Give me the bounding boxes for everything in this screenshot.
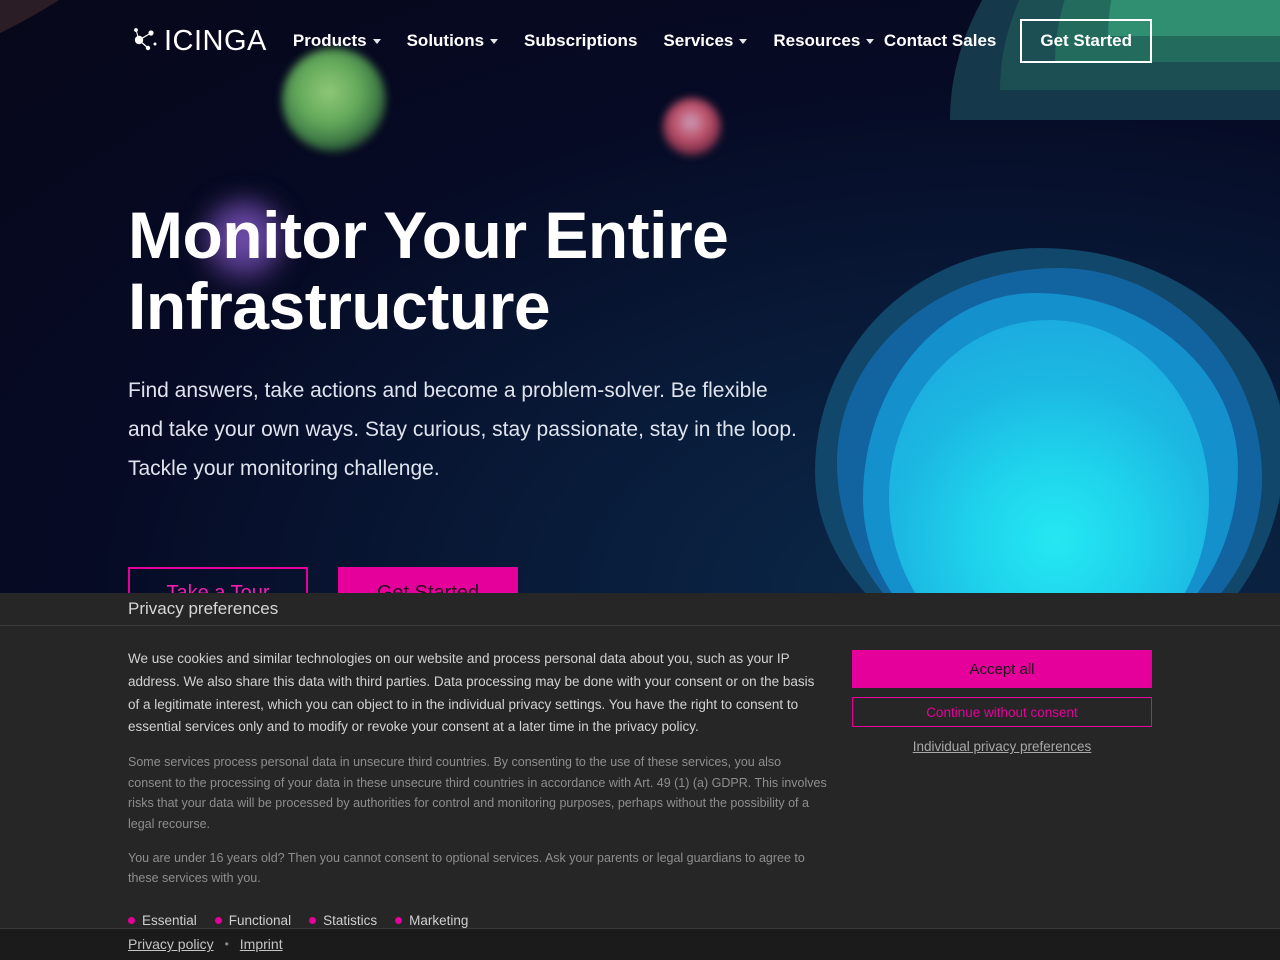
nav-item-services[interactable]: Services — [663, 31, 748, 51]
privacy-preferences-banner: Privacy preferences We use cookies and s… — [0, 593, 1280, 960]
privacy-actions-column: Accept all Continue without consent Indi… — [852, 648, 1152, 927]
consent-category-functional[interactable]: Functional — [214, 912, 292, 928]
site-header: ICINGA Products Solutions Subscriptions … — [0, 0, 1280, 82]
main-navigation: Products Solutions Subscriptions Service… — [293, 31, 875, 51]
category-label: Statistics — [323, 912, 378, 928]
decor-orb-red — [663, 98, 721, 156]
network-nodes-icon — [128, 24, 162, 58]
consent-category-marketing[interactable]: Marketing — [395, 913, 468, 928]
nav-item-subscriptions[interactable]: Subscriptions — [524, 31, 637, 51]
privacy-text-column: We use cookies and similar technologies … — [128, 648, 828, 928]
privacy-banner-body: We use cookies and similar technologies … — [0, 626, 1280, 928]
individual-privacy-preferences-link[interactable]: Individual privacy preferences — [852, 739, 1152, 754]
logo-link[interactable]: ICINGA — [128, 24, 267, 58]
privacy-paragraph-main: We use cookies and similar technologies … — [128, 651, 815, 735]
nav-label: Solutions — [406, 31, 485, 50]
privacy-paragraph-third-countries: Some services process personal data in u… — [128, 755, 827, 831]
chevron-down-icon — [739, 38, 748, 44]
consent-category-list: Essential Functional Statistics Marketin… — [128, 913, 828, 928]
consent-category-statistics[interactable]: Statistics — [309, 913, 377, 928]
imprint-link[interactable]: Imprint — [240, 936, 283, 952]
nav-label: Subscriptions — [524, 31, 638, 50]
bullet-dot-icon — [395, 916, 403, 924]
header-get-started-button[interactable]: Get Started — [1020, 19, 1152, 63]
privacy-banner-footer: Privacy policy • Imprint — [0, 927, 1280, 960]
header-actions: Contact Sales Get Started — [884, 19, 1152, 63]
bullet-dot-icon — [128, 916, 135, 924]
chevron-down-icon — [490, 38, 499, 44]
nav-item-products[interactable]: Products — [293, 31, 381, 51]
nav-item-solutions[interactable]: Solutions — [406, 31, 499, 51]
privacy-banner-heading: Privacy preferences — [0, 593, 1280, 627]
category-label: Marketing — [409, 912, 469, 928]
accept-all-button[interactable]: Accept all — [852, 650, 1152, 689]
logo-wordmark: ICINGA — [164, 24, 267, 57]
category-label: Essential — [142, 912, 197, 928]
nav-label: Services — [663, 31, 734, 50]
chevron-down-icon — [372, 38, 381, 44]
footer-separator: • — [224, 937, 229, 952]
bullet-dot-icon — [214, 916, 222, 924]
continue-without-consent-button[interactable]: Continue without consent — [852, 697, 1152, 728]
hero-content: Monitor Your Entire Infrastructure Find … — [128, 198, 828, 621]
privacy-paragraph-age: You are under 16 years old? Then you can… — [128, 850, 805, 886]
chevron-down-icon — [866, 38, 875, 44]
category-label: Functional — [228, 912, 292, 928]
privacy-policy-link[interactable]: Privacy policy — [128, 936, 214, 952]
consent-category-essential[interactable]: Essential — [128, 913, 197, 928]
nav-label: Resources — [773, 31, 861, 50]
page-title: Monitor Your Entire Infrastructure — [128, 198, 729, 344]
hero-subtitle: Find answers, take actions and become a … — [128, 378, 797, 481]
page-root: ICINGA Products Solutions Subscriptions … — [0, 0, 1280, 960]
nav-item-resources[interactable]: Resources — [773, 31, 875, 51]
contact-sales-link[interactable]: Contact Sales — [884, 31, 996, 51]
bullet-dot-icon — [309, 916, 317, 924]
nav-label: Products — [292, 31, 367, 50]
